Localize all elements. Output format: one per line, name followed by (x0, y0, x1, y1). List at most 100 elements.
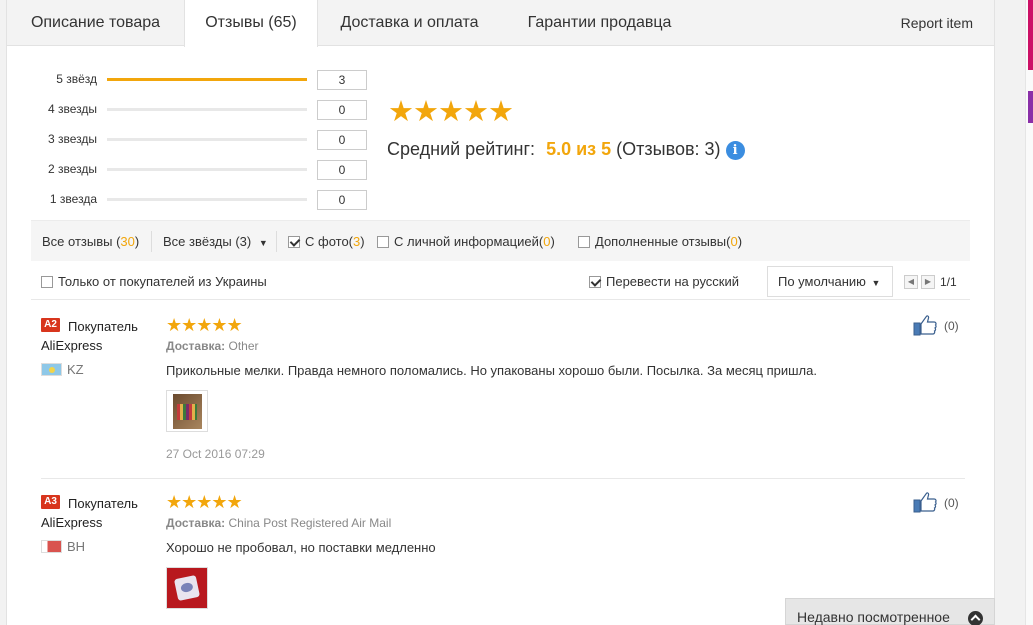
divider (41, 478, 965, 479)
filter-all-count: 30 (120, 234, 135, 249)
review-text: Хорошо не пробовал, но поставки медленно (166, 540, 436, 555)
reviews-count: (Отзывов: 3) (616, 139, 721, 159)
review-text: Прикольные мелки. Правда немного поломал… (166, 363, 817, 378)
side-marker (1028, 91, 1033, 123)
thumbs-up-icon[interactable] (913, 491, 937, 513)
rating-row-count: 3 (317, 70, 367, 90)
review-stars: ★★★★★ (166, 315, 243, 335)
filter-supplemented[interactable]: Дополненные отзывы(0) (578, 221, 742, 262)
recently-viewed-bar[interactable]: Недавно посмотренное (785, 598, 995, 625)
recently-viewed-label: Недавно посмотренное (797, 609, 950, 625)
rating-row[interactable]: 4 звезды 0 (7, 100, 377, 120)
review-delivery: Доставка: China Post Registered Air Mail (166, 516, 391, 530)
filter-all-reviews[interactable]: Все отзывы (30) (42, 221, 139, 262)
buyer-country: BH (67, 539, 86, 554)
filter-with-photo[interactable]: С фото(3) (288, 221, 365, 262)
chevron-down-icon: ▼ (871, 278, 881, 288)
delivery-label: Доставка: (166, 516, 226, 530)
paren: ) (550, 234, 555, 249)
prev-page-button[interactable]: ◀ (904, 275, 918, 289)
rating-row-label: 2 звезды (47, 162, 97, 176)
tab-description[interactable]: Описание товара (7, 0, 184, 46)
review-date: 27 Oct 2016 07:29 (166, 447, 265, 461)
product-detail-panel: Описание товара Отзывы (65) Доставка и о… (6, 0, 995, 625)
photo-checkbox[interactable] (288, 236, 300, 248)
filter-supplemented-count: 0 (730, 234, 738, 249)
filter-photo-label: С фото( (305, 234, 354, 249)
paren: ) (737, 234, 743, 249)
rating-row-label: 1 звезда (49, 192, 97, 206)
rating-row-count: 0 (317, 190, 367, 210)
sort-select[interactable]: По умолчанию ▼ (767, 266, 893, 297)
tab-reviews[interactable]: Отзывы (65) (184, 0, 318, 47)
rating-row-label: 5 звёзд (56, 72, 97, 86)
ukraine-only-checkbox[interactable] (41, 276, 53, 288)
translate-checkbox[interactable] (589, 276, 601, 288)
tab-guarantees[interactable]: Гарантии продавца (500, 0, 699, 46)
average-rating-score: 5.0 из 5 (546, 139, 612, 159)
rating-bar-track (107, 108, 307, 111)
personal-info-checkbox[interactable] (377, 236, 389, 248)
filter-personal-info[interactable]: С личной информацией(0) (377, 221, 555, 262)
rating-bar-fill (107, 78, 307, 81)
translate-option[interactable]: Перевести на русский (589, 266, 739, 298)
rating-row-count: 0 (317, 160, 367, 180)
average-stars: ★★★★★ (388, 96, 514, 128)
review-filter-bar: Все отзывы (30) Все звёзды (3) ▼ С фото(… (31, 220, 970, 261)
delivery-label: Доставка: (166, 339, 226, 353)
right-edge-strip (1025, 0, 1033, 625)
page-indicator: 1/1 (940, 275, 957, 289)
thumbs-up-icon[interactable] (913, 314, 937, 336)
chevron-down-icon: ▼ (258, 238, 268, 248)
rating-row[interactable]: 1 звезда 0 (7, 190, 377, 210)
flag-icon (41, 363, 62, 376)
side-marker (1028, 0, 1033, 70)
report-item-link[interactable]: Report item (901, 0, 973, 46)
average-rating: Средний рейтинг: 5.0 из 5 (Отзывов: 3) i (387, 139, 745, 160)
review-photo[interactable] (166, 567, 208, 609)
filter-supplemented-label: Дополненные отзывы( (595, 234, 731, 249)
buyer-country: KZ (67, 362, 84, 377)
divider (151, 231, 152, 252)
filter-all-close: ) (134, 234, 140, 249)
filter-stars-label: Все звёзды (3) (163, 234, 252, 249)
ukraine-only-label: Только от покупателей из Украины (58, 274, 267, 289)
review-stars: ★★★★★ (166, 492, 243, 512)
next-page-button[interactable]: ▶ (921, 275, 935, 289)
supplemented-checkbox[interactable] (578, 236, 590, 248)
rating-row[interactable]: 2 звезды 0 (7, 160, 377, 180)
rating-row[interactable]: 3 звезды 0 (7, 130, 377, 150)
rating-bar-track (107, 168, 307, 171)
translate-label: Перевести на русский (606, 274, 740, 289)
tab-shipping[interactable]: Доставка и оплата (319, 0, 500, 46)
rating-row-count: 0 (317, 130, 367, 150)
like-count: (0) (944, 496, 959, 510)
filter-personal-label: С личной информацией( (394, 234, 544, 249)
rating-bar-track (107, 198, 307, 201)
flag-icon (41, 540, 62, 553)
tab-bar: Описание товара Отзывы (65) Доставка и о… (7, 0, 994, 47)
paren: ) (360, 234, 365, 249)
ukraine-only-option[interactable]: Только от покупателей из Украины (41, 266, 267, 298)
rating-bar-track (107, 78, 307, 81)
info-icon[interactable]: i (725, 141, 745, 160)
chevron-up-icon[interactable] (968, 611, 983, 625)
rating-row[interactable]: 5 звёзд 3 (7, 70, 377, 90)
rating-row-count: 0 (317, 100, 367, 120)
review-item: Покупатель AliExpress A2 KZ ★★★★★ Достав… (41, 314, 961, 477)
filter-all-label: Все отзывы ( (42, 234, 121, 249)
filter-stars-select[interactable]: Все звёзды (3) ▼ (163, 221, 268, 264)
delivery-value: Other (228, 339, 259, 353)
review-photo[interactable] (166, 390, 208, 432)
rating-row-label: 4 звезды (47, 102, 97, 116)
average-rating-label: Средний рейтинг: (387, 139, 536, 159)
delivery-value: China Post Registered Air Mail (228, 516, 392, 530)
rating-bar-track (107, 138, 307, 141)
review-options-row: Только от покупателей из Украины Перевес… (31, 266, 970, 300)
rating-row-label: 3 звезды (47, 132, 97, 146)
buyer-level-badge: A2 (41, 318, 60, 332)
like-count: (0) (944, 319, 959, 333)
divider (276, 231, 277, 252)
review-delivery: Доставка: Other (166, 339, 259, 353)
sort-label: По умолчанию (778, 274, 866, 289)
